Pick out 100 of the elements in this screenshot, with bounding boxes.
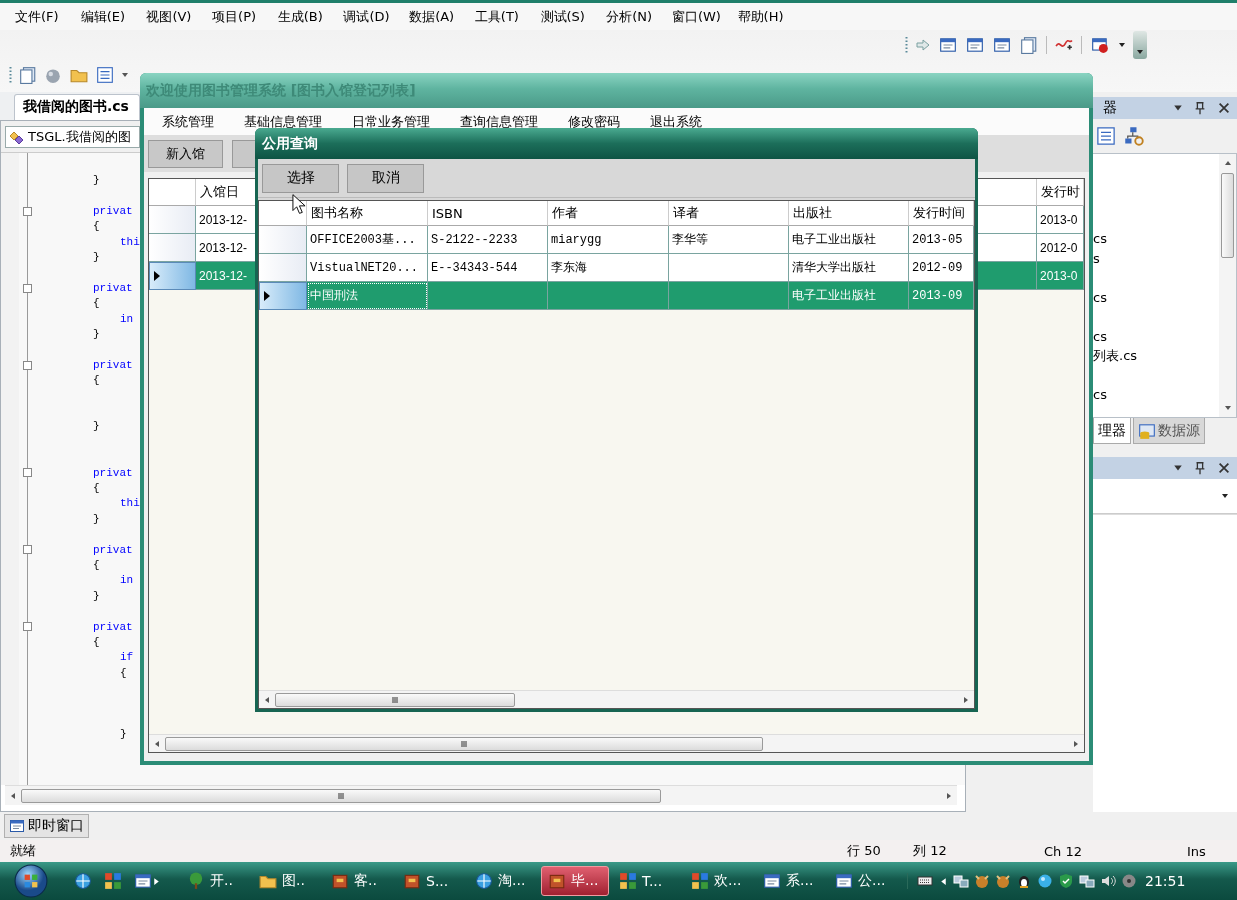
taskbar-button[interactable]: 图.. — [253, 866, 321, 896]
menu-item[interactable]: 退出系统 — [650, 112, 702, 131]
menu-item[interactable]: 工具(T) — [474, 7, 541, 26]
cow-icon[interactable] — [974, 873, 990, 889]
toolbar-button[interactable]: 新入馆 — [148, 139, 223, 168]
window-icon[interactable] — [965, 36, 985, 54]
menu-item[interactable]: 分析(N) — [606, 7, 672, 26]
chevron-icon[interactable] — [939, 876, 948, 886]
pages-icon[interactable] — [19, 66, 37, 84]
table-cell: 2013-0 — [1040, 212, 1078, 227]
scroll-left-icon[interactable] — [263, 695, 271, 704]
taskbar-button[interactable]: 欢... — [685, 866, 753, 896]
document-tab[interactable]: 我借阅的图书.cs — [14, 94, 140, 120]
taskbar-button[interactable]: 系... — [757, 866, 825, 896]
taskbar-button[interactable]: 开.. — [181, 866, 249, 896]
caret-icon[interactable] — [121, 71, 129, 79]
overflow-button[interactable] — [1133, 31, 1147, 59]
file-name[interactable]: 列表.cs — [1093, 346, 1138, 365]
caret-icon[interactable] — [1136, 48, 1144, 56]
collapse-toggle[interactable] — [23, 206, 32, 216]
collapse-toggle[interactable] — [23, 545, 32, 555]
start-button[interactable] — [14, 864, 48, 898]
caret-icon[interactable] — [1118, 41, 1126, 49]
toolbar-button[interactable]: 取消 — [347, 163, 424, 193]
scroll-right-icon[interactable] — [945, 791, 953, 800]
network-icon[interactable] — [1079, 873, 1095, 889]
taskbar-button[interactable]: 毕... — [541, 866, 609, 896]
keyboard-icon[interactable] — [916, 873, 934, 889]
scroll-right-icon[interactable] — [1072, 739, 1080, 748]
panel-tab[interactable]: 理器 — [1093, 418, 1131, 444]
window-icon[interactable] — [992, 36, 1012, 54]
penguin-icon[interactable] — [1016, 873, 1032, 889]
menu-item[interactable]: 基础信息管理 — [244, 112, 322, 131]
toolbar-grip[interactable] — [905, 36, 908, 54]
menu-item[interactable]: 帮助(H) — [737, 7, 804, 26]
toolbar-button[interactable]: 选择 — [262, 163, 339, 193]
window-tab[interactable]: 即时窗口 — [4, 814, 89, 838]
chevron-icon[interactable] — [152, 876, 161, 886]
menu-item[interactable]: 测试(S) — [540, 7, 607, 26]
collapse-toggle[interactable] — [23, 622, 32, 632]
menu-item[interactable]: 文件(F) — [15, 7, 81, 26]
menu-item[interactable]: 调试(D) — [343, 7, 410, 26]
window-icon[interactable] — [1089, 36, 1111, 54]
menu-item[interactable]: 修改密码 — [568, 112, 620, 131]
dropdown-caret-icon[interactable] — [1173, 463, 1183, 473]
type-dropdown[interactable]: TSGL.我借阅的图 — [5, 125, 140, 148]
collapse-toggle[interactable] — [23, 360, 32, 370]
toolbar-grip[interactable] — [9, 66, 12, 84]
scroll-down-icon[interactable] — [1223, 404, 1232, 412]
disc-icon[interactable] — [1121, 873, 1137, 889]
menu-item[interactable]: 系统管理 — [162, 112, 214, 131]
list-icon[interactable] — [1096, 126, 1116, 146]
code-text: in — [120, 311, 134, 327]
menu-item[interactable]: 窗口(W) — [671, 7, 738, 26]
cow-icon[interactable] — [995, 873, 1011, 889]
file-name[interactable]: cs — [1093, 387, 1107, 403]
scrollbar-thumb[interactable] — [165, 736, 763, 751]
taskbar-button[interactable]: 公... — [829, 866, 897, 896]
globe-icon[interactable] — [74, 872, 92, 890]
taskbar-button[interactable]: T... — [613, 866, 681, 896]
table-row[interactable]: OFFICE2003基... S-2122--2233 miarygg 李华等 电子工业出版社 2013-05 — [259, 226, 974, 254]
speaker-icon[interactable] — [1100, 873, 1116, 889]
scrollbar-thumb[interactable] — [275, 692, 515, 707]
dropdown-caret-icon[interactable] — [1173, 103, 1183, 113]
menu-item[interactable]: 日常业务管理 — [352, 112, 430, 131]
panel-tab[interactable]: 数据源 — [1133, 418, 1205, 444]
file-name[interactable]: cs — [1093, 328, 1107, 344]
menu-item[interactable]: 数据(A) — [409, 7, 475, 26]
file-name[interactable]: s — [1093, 250, 1100, 266]
shield-icon[interactable] — [1058, 873, 1074, 889]
table-row[interactable]: VistualNET20... E--34343-544 李东海 清华大学出版社 2012-09 — [259, 254, 974, 282]
window-icon[interactable] — [134, 872, 152, 890]
file-name[interactable]: cs — [1093, 289, 1107, 305]
menu-item[interactable]: 查询信息管理 — [460, 112, 538, 131]
scrollbar-thumb[interactable] — [21, 788, 661, 803]
menu-item[interactable]: 编辑(E) — [80, 7, 147, 26]
taskbar-button[interactable]: 淘... — [469, 866, 537, 896]
menu-item[interactable]: 生成(B) — [277, 7, 344, 26]
collapse-toggle[interactable] — [23, 468, 32, 478]
bubble-icon[interactable] — [1037, 873, 1053, 889]
close-icon[interactable] — [1217, 461, 1231, 475]
file-name[interactable]: cs — [1093, 231, 1107, 247]
scroll-left-icon[interactable] — [9, 791, 17, 800]
scrollbar-thumb[interactable] — [1221, 173, 1234, 258]
collapse-toggle[interactable] — [23, 283, 32, 293]
dropdown-field[interactable] — [1093, 479, 1237, 514]
diagram-icon[interactable] — [1124, 126, 1144, 146]
taskbar-button[interactable]: 客.. — [325, 866, 393, 896]
scroll-right-icon[interactable] — [962, 695, 970, 704]
menu-item[interactable]: 视图(V) — [146, 7, 213, 26]
pin-icon[interactable] — [1193, 461, 1207, 475]
scroll-left-icon[interactable] — [153, 739, 161, 748]
menu-item[interactable]: 项目(P) — [212, 7, 278, 26]
scroll-up-icon[interactable] — [1223, 159, 1232, 167]
taskbar-button[interactable]: S... — [397, 866, 465, 896]
window-icon[interactable] — [938, 36, 958, 54]
close-icon[interactable] — [1217, 101, 1231, 115]
pin-icon[interactable] — [1193, 101, 1207, 115]
caret-icon[interactable] — [1221, 492, 1229, 500]
windows-icon[interactable] — [1019, 36, 1039, 54]
